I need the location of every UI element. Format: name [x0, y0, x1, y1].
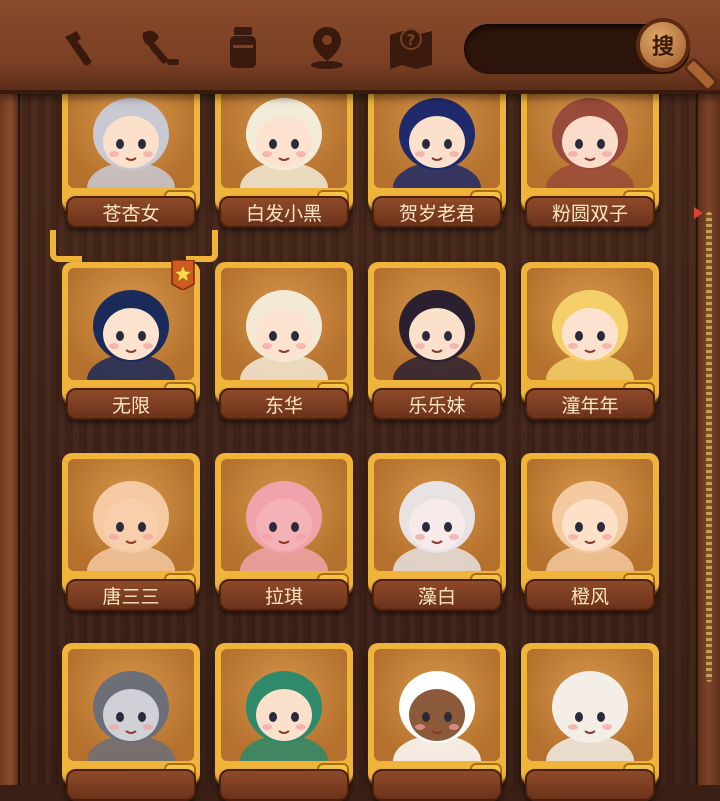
jar-icon[interactable] — [218, 22, 268, 72]
character-portrait — [221, 459, 347, 571]
character-portrait — [221, 649, 347, 761]
character-card[interactable]: 满 — [368, 643, 506, 801]
character-name: 白发小黑 — [219, 196, 349, 228]
character-name: 拉琪 — [219, 579, 349, 611]
character-card[interactable]: 满乐乐妹 — [368, 262, 506, 420]
character-name: 橙风 — [525, 579, 655, 611]
character-portrait — [221, 268, 347, 380]
character-portrait — [527, 268, 653, 380]
character-name: 东华 — [219, 388, 349, 420]
scroll-position-marker — [694, 207, 703, 219]
character-card[interactable]: 满藻白 — [368, 453, 506, 611]
character-name: 贺岁老君 — [372, 196, 502, 228]
character-name: 乐乐妹 — [372, 388, 502, 420]
character-card[interactable]: 满唐三三 — [62, 453, 200, 611]
character-portrait — [527, 649, 653, 761]
character-card[interactable]: 满 — [62, 643, 200, 801]
selection-corner-bottom-left — [50, 230, 82, 262]
left-frame-rail — [0, 88, 20, 785]
character-name: 唐三三 — [66, 579, 196, 611]
character-card[interactable]: 满 — [521, 643, 659, 801]
hoe-icon[interactable] — [56, 22, 106, 72]
magnifier-handle — [682, 56, 720, 94]
search-button-label: 搜 — [651, 35, 674, 60]
character-card[interactable]: 满拉琪 — [215, 453, 353, 611]
character-card[interactable]: 满东华 — [215, 262, 353, 420]
character-card[interactable]: 满无限 — [62, 260, 200, 420]
character-name: 粉圆双子 — [525, 196, 655, 228]
character-name: 无限 — [66, 388, 196, 420]
character-name: 苍杏女 — [66, 196, 196, 228]
character-name: 藻白 — [372, 579, 502, 611]
character-portrait — [374, 459, 500, 571]
character-card[interactable]: 满 — [215, 643, 353, 801]
character-name — [66, 769, 196, 801]
character-name: 潼年年 — [525, 388, 655, 420]
selection-corner-bottom-right — [186, 230, 218, 262]
shovel-icon[interactable] — [136, 22, 186, 72]
character-portrait — [374, 649, 500, 761]
character-portrait — [68, 459, 194, 571]
character-card[interactable]: 满橙风 — [521, 453, 659, 611]
character-name — [219, 769, 349, 801]
svg-text:?: ? — [407, 31, 416, 49]
character-card[interactable]: 满潼年年 — [521, 262, 659, 420]
character-portrait — [527, 459, 653, 571]
search-input[interactable] — [484, 34, 638, 66]
character-portrait — [374, 268, 500, 380]
top-toolbar: ? 搜 — [0, 0, 720, 94]
search-button[interactable]: 搜 — [636, 18, 690, 72]
scrollbar[interactable] — [706, 212, 712, 682]
character-portrait — [68, 649, 194, 761]
character-name — [372, 769, 502, 801]
character-name — [525, 769, 655, 801]
location-pin-icon[interactable] — [302, 22, 352, 72]
star-badge-icon — [171, 260, 195, 290]
map-question-icon[interactable]: ? — [386, 22, 436, 72]
